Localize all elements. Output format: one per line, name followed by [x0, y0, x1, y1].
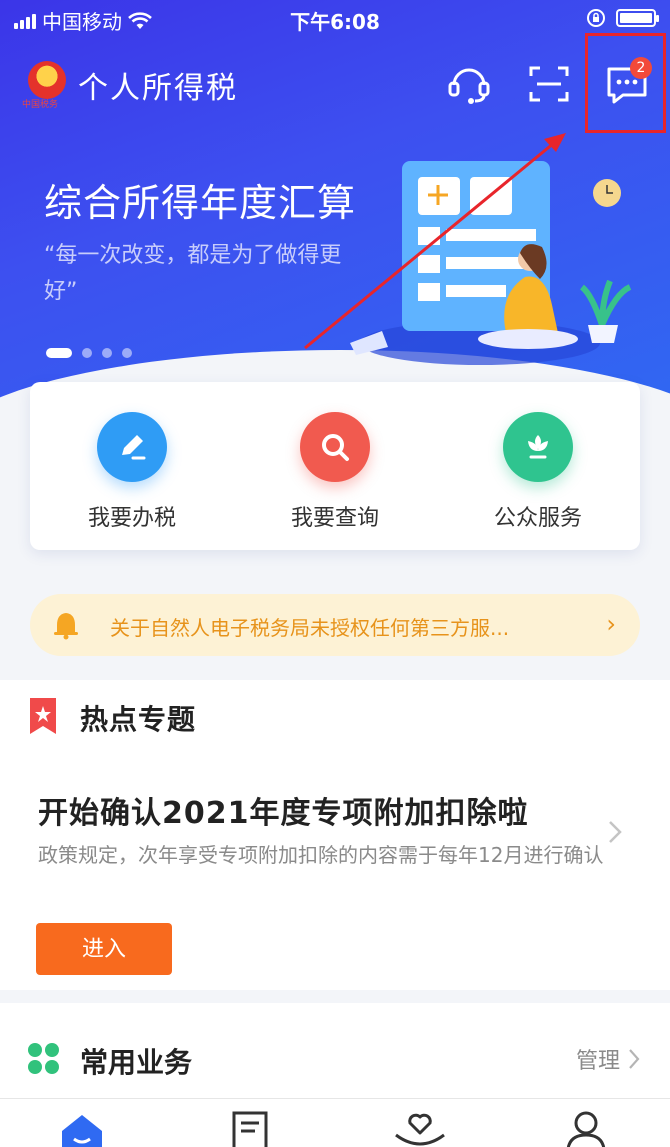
document-icon [232, 1111, 268, 1147]
scan-button[interactable] [526, 61, 572, 107]
app-title: 个人所得税 [78, 71, 238, 106]
banner-title: 综合所得年度汇算 [44, 181, 357, 225]
clock: 下午6:08 [290, 10, 380, 34]
manage-button[interactable]: 管理 [576, 1043, 640, 1075]
annotation-highlight-box [585, 33, 666, 133]
status-bar: 中国移动 下午6:08 [0, 0, 670, 40]
status-right [586, 8, 659, 28]
section-title-common-services: 常用业务 [80, 1046, 193, 1079]
bell-icon [54, 613, 78, 640]
home-icon [62, 1115, 102, 1147]
chevron-right-icon[interactable] [608, 820, 622, 844]
customer-service-button[interactable] [446, 61, 492, 107]
quick-action-tax-filing[interactable]: 我要办税 [52, 412, 212, 532]
carousel-dot[interactable] [46, 348, 72, 358]
quick-action-label: 我要办税 [87, 506, 176, 531]
topic-description: 政策规定，次年享受专项附加扣除的内容需于每年12月进行确认 [38, 843, 604, 867]
rotation-lock-icon [587, 9, 605, 27]
quick-action-query[interactable]: 我要查询 [255, 412, 415, 532]
flower-icon [503, 412, 573, 482]
tab-profile[interactable] [556, 1109, 616, 1147]
topic-title[interactable]: 开始确认2021年度专项附加扣除啦 [38, 788, 529, 832]
tab-home[interactable] [52, 1109, 112, 1147]
hot-topics-section: 热点专题 开始确认2021年度专项附加扣除啦 政策规定，次年享受专项附加扣除的内… [0, 680, 670, 990]
quick-action-public-service[interactable]: 公众服务 [458, 412, 618, 532]
bookmark-star-icon [30, 698, 56, 734]
manage-label: 管理 [575, 1049, 620, 1074]
heart-hand-icon [395, 1113, 445, 1146]
chevron-right-icon [629, 1049, 640, 1069]
national-emblem-icon [28, 61, 66, 99]
enter-button[interactable]: 进入 [36, 923, 172, 975]
banner-quote: “每一次改变，都是为了做得更好” [44, 243, 342, 304]
pencil-icon [97, 412, 167, 482]
quick-actions-card: 我要办税 我要查询 公众服务 [30, 382, 640, 550]
carousel-dot[interactable] [102, 348, 112, 358]
scan-icon [529, 66, 569, 102]
carousel-dots[interactable] [46, 348, 132, 358]
emblem-subtext: 中国税务 [22, 100, 59, 110]
notice-text: 关于自然人电子税务局未授权任何第三方服... [110, 616, 510, 640]
person-icon [566, 1111, 606, 1147]
quick-action-label: 我要查询 [290, 506, 379, 531]
common-services-section: 常用业务 管理 [0, 1003, 670, 1098]
carousel-dot[interactable] [82, 348, 92, 358]
tab-services[interactable] [390, 1109, 450, 1147]
battery-icon [616, 9, 659, 27]
quick-action-label: 公众服务 [493, 506, 582, 531]
tab-records[interactable] [222, 1109, 282, 1147]
app-header: 中国税务 个人所得税 2 [0, 55, 670, 115]
chevron-right-icon: › [606, 610, 616, 638]
notice-bar[interactable]: 关于自然人电子税务局未授权任何第三方服... › [30, 594, 640, 656]
headset-icon [448, 68, 490, 104]
carousel-dot[interactable] [122, 348, 132, 358]
magnifier-icon [300, 412, 370, 482]
clover-icon [28, 1043, 60, 1075]
section-title-hot-topics: 热点专题 [80, 703, 197, 736]
bottom-tab-bar [0, 1098, 670, 1147]
banner-illustration [350, 161, 632, 365]
